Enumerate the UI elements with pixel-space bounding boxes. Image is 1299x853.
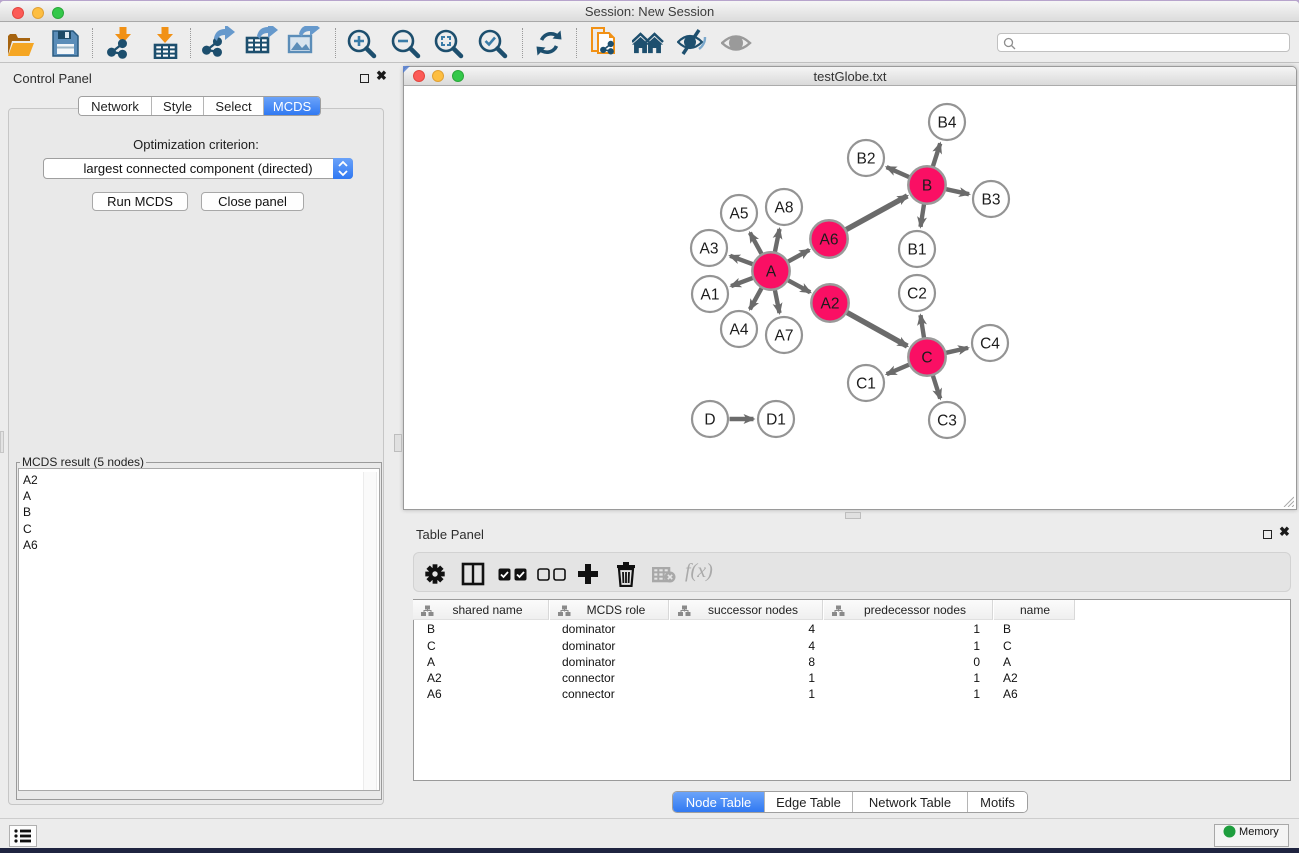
svg-text:B3: B3 xyxy=(982,191,1001,208)
svg-text:C2: C2 xyxy=(907,285,927,302)
svg-text:A4: A4 xyxy=(730,321,749,338)
svg-text:A6: A6 xyxy=(820,231,839,248)
svg-text:D: D xyxy=(704,411,715,428)
svg-text:A3: A3 xyxy=(700,240,719,257)
svg-text:C1: C1 xyxy=(856,375,876,392)
svg-text:C4: C4 xyxy=(980,335,1000,352)
svg-text:A1: A1 xyxy=(701,286,720,303)
svg-text:A5: A5 xyxy=(730,205,749,222)
svg-text:B: B xyxy=(922,177,932,194)
svg-text:B1: B1 xyxy=(908,241,927,258)
svg-text:B4: B4 xyxy=(938,114,957,131)
svg-text:A2: A2 xyxy=(821,295,840,312)
svg-text:A: A xyxy=(766,263,777,280)
svg-text:A8: A8 xyxy=(775,199,794,216)
svg-text:A7: A7 xyxy=(775,327,794,344)
svg-text:B2: B2 xyxy=(857,150,876,167)
svg-text:C: C xyxy=(921,349,932,366)
svg-text:C3: C3 xyxy=(937,412,957,429)
svg-text:D1: D1 xyxy=(766,411,786,428)
